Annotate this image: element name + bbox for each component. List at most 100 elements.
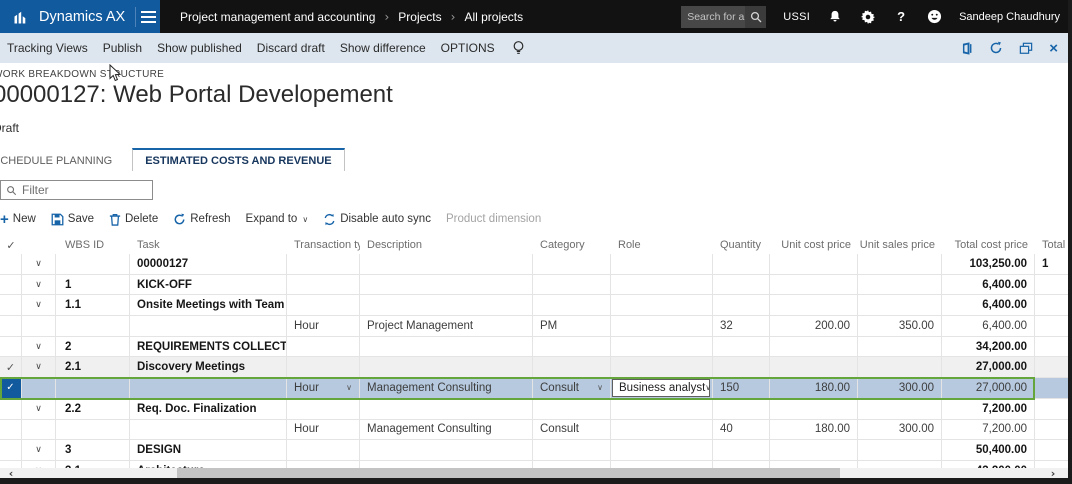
select-all-checkmark-icon[interactable]: ✓ (0, 236, 22, 254)
column-header-desc[interactable]: Description (360, 236, 533, 254)
row-select-checkbox[interactable]: ✓ (0, 378, 22, 398)
cell-desc[interactable]: Management Consulting (360, 378, 533, 398)
column-header-role[interactable]: Role (611, 236, 713, 254)
delete-button[interactable]: Delete (109, 213, 158, 226)
close-icon[interactable]: × (1049, 41, 1058, 56)
table-row[interactable]: ∨1.1Onsite Meetings with Team6,400.00 (0, 295, 1072, 316)
row-select-checkbox[interactable] (0, 440, 22, 460)
row-select-checkbox[interactable] (0, 399, 22, 419)
action-show-published[interactable]: Show published (157, 41, 242, 55)
brand-block[interactable]: Dynamics AX (0, 0, 160, 33)
cell-task[interactable] (130, 378, 287, 398)
brand-name: Dynamics AX (39, 9, 125, 25)
table-row[interactable]: ∨1KICK-OFF6,400.00 (0, 275, 1072, 296)
cell-cat[interactable]: Consult∨ (533, 378, 611, 398)
chevron-down-icon[interactable]: ∨ (597, 383, 603, 392)
chevron-down-icon[interactable]: ∨ (346, 383, 352, 392)
expand-chevron-icon[interactable]: ∨ (22, 254, 56, 274)
table-row[interactable]: ✓ Hour ∨ Management ConsultingConsult∨Busin… (0, 378, 1072, 399)
cell-usp[interactable]: 300.00 (858, 378, 942, 398)
row-select-checkbox[interactable]: ✓ (0, 357, 22, 377)
table-row[interactable]: ∨3DESIGN50,400.00 (0, 440, 1072, 461)
user-menu[interactable]: Sandeep Chaudhury (959, 11, 1060, 23)
notifications-bell-icon[interactable] (827, 9, 843, 25)
column-header-tcp[interactable]: Total cost price (942, 236, 1035, 254)
refresh-icon[interactable] (989, 41, 1003, 55)
expand-chevron-icon[interactable]: ∨ (22, 440, 56, 460)
restore-window-icon[interactable] (1019, 42, 1033, 55)
cell-usp (858, 399, 942, 419)
column-header-cat[interactable]: Category (533, 236, 611, 254)
expand-to-button[interactable]: Expand to ∨ (246, 213, 309, 225)
expand-cell-empty (22, 316, 56, 336)
breadcrumb-page[interactable]: All projects (464, 10, 523, 24)
table-row[interactable]: ∨00000127103,250.001 (0, 254, 1072, 275)
settings-gear-icon[interactable] (860, 9, 876, 25)
refresh-button[interactable]: Refresh (173, 213, 230, 226)
cell-ucp[interactable]: 180.00 (770, 378, 858, 398)
search-icon[interactable] (745, 6, 766, 28)
table-row[interactable]: ∨2REQUIREMENTS COLLECTION34,200.00 (0, 337, 1072, 358)
action-show-difference[interactable]: Show difference (340, 41, 426, 55)
breadcrumb-module[interactable]: Project management and accounting (180, 10, 375, 24)
column-header-wbs[interactable]: WBS ID (56, 236, 130, 254)
column-header-tsp[interactable]: Total sales price (1035, 236, 1072, 254)
disable-auto-sync-button[interactable]: Disable auto sync (323, 213, 431, 226)
scroll-left-arrow-icon[interactable]: ‹ (0, 468, 22, 478)
scrollbar-thumb[interactable] (177, 468, 840, 478)
cell-wbs[interactable] (56, 378, 130, 398)
help-icon[interactable]: ? (893, 9, 909, 25)
cell-qty[interactable]: 150 (713, 378, 770, 398)
breadcrumb-area[interactable]: Projects (398, 10, 441, 24)
cell-ucp (770, 295, 858, 315)
row-select-checkbox[interactable] (0, 420, 22, 440)
tab-estimated-costs-and-revenue[interactable]: ESTIMATED COSTS AND REVENUE (132, 148, 344, 171)
action-tracking-views[interactable]: Tracking Views (7, 41, 88, 55)
column-header-ttype[interactable]: Transaction type (287, 236, 360, 254)
action-publish[interactable]: Publish (103, 41, 142, 55)
column-header-qty[interactable]: Quantity (713, 236, 770, 254)
table-row[interactable]: HourManagement ConsultingConsult40180.00… (0, 420, 1072, 441)
cell-value: Hour (294, 382, 319, 394)
column-header-task[interactable]: Task (130, 236, 287, 254)
ideas-lightbulb-icon[interactable] (512, 40, 525, 56)
expand-chevron-icon[interactable]: ∨ (22, 337, 56, 357)
cell-tsp[interactable] (1035, 378, 1072, 398)
role-combobox[interactable]: Business analyst∨ (612, 379, 710, 397)
cell-usp (858, 337, 942, 357)
expand-chevron-icon[interactable]: ∨ (22, 295, 56, 315)
cell-role[interactable]: Business analyst∨ (611, 378, 713, 398)
row-select-checkbox[interactable] (0, 295, 22, 315)
cell-ttype[interactable]: Hour ∨ (287, 378, 360, 398)
page-search-input[interactable]: Search for a page (681, 6, 766, 28)
row-select-checkbox[interactable] (0, 275, 22, 295)
horizontal-scrollbar[interactable]: ‹ › (0, 468, 1068, 478)
table-row[interactable]: ∨2.2Req. Doc. Finalization7,200.00 (0, 399, 1072, 420)
expand-chevron-icon[interactable]: ∨ (22, 357, 56, 377)
save-button[interactable]: Save (51, 213, 94, 226)
feedback-smiley-icon[interactable] (926, 9, 942, 25)
expand-chevron-icon[interactable]: ∨ (22, 275, 56, 295)
column-header-usp[interactable]: Unit sales price (858, 236, 942, 254)
table-row[interactable]: ✓∨2.1Discovery Meetings27,000.00 (0, 357, 1072, 378)
new-button[interactable]: + New (0, 212, 36, 227)
row-select-checkbox[interactable] (0, 316, 22, 336)
company-selector[interactable]: USSI (783, 11, 810, 23)
action-discard-draft[interactable]: Discard draft (257, 41, 325, 55)
open-in-office-icon[interactable] (959, 41, 973, 56)
hamburger-menu-icon[interactable] (138, 11, 160, 23)
filter-input[interactable]: Filter (0, 180, 153, 200)
cell-usp: 300.00 (858, 420, 942, 440)
row-select-checkbox[interactable] (0, 254, 22, 274)
column-header-ucp[interactable]: Unit cost price (770, 236, 858, 254)
row-select-checkbox[interactable] (0, 337, 22, 357)
cell-value: 7,200.00 (982, 423, 1027, 435)
cell-tcp[interactable]: 27,000.00 (942, 378, 1035, 398)
expand-chevron-icon[interactable]: ∨ (22, 399, 56, 419)
action-options[interactable]: OPTIONS (441, 41, 495, 55)
tab-schedule-planning[interactable]: SCHEDULE PLANNING (0, 150, 124, 171)
topbar-right-cluster: Search for a page USSI ? Sandeep Chaudhu… (681, 0, 1060, 33)
scroll-right-arrow-icon[interactable]: › (1042, 468, 1064, 478)
table-row[interactable]: HourProject ManagementPM32200.00350.006,… (0, 316, 1072, 337)
chevron-down-icon[interactable]: ∨ (705, 383, 711, 392)
